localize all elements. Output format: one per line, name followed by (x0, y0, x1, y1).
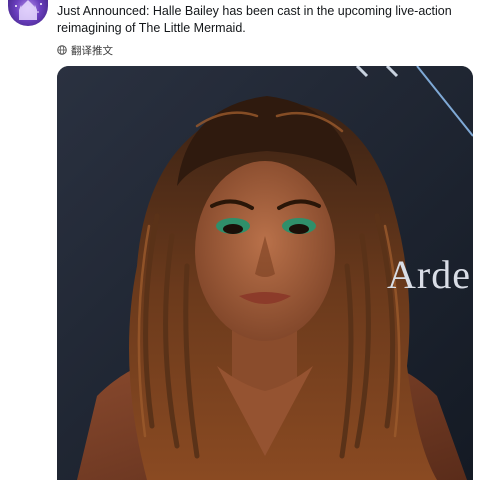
tweet-text: Just Announced: Halle Bailey has been ca… (57, 4, 452, 35)
globe-icon (57, 45, 67, 55)
translate-label: 翻译推文 (71, 44, 113, 57)
translate-tweet-link[interactable]: 翻译推文 (57, 42, 113, 58)
avatar[interactable] (8, 0, 48, 26)
backdrop-text: Arde (387, 252, 471, 297)
tweet-photo[interactable]: Arde (57, 66, 473, 480)
tweet-card: Just Announced: Halle Bailey has been ca… (0, 0, 480, 480)
castle-icon (15, 0, 42, 20)
